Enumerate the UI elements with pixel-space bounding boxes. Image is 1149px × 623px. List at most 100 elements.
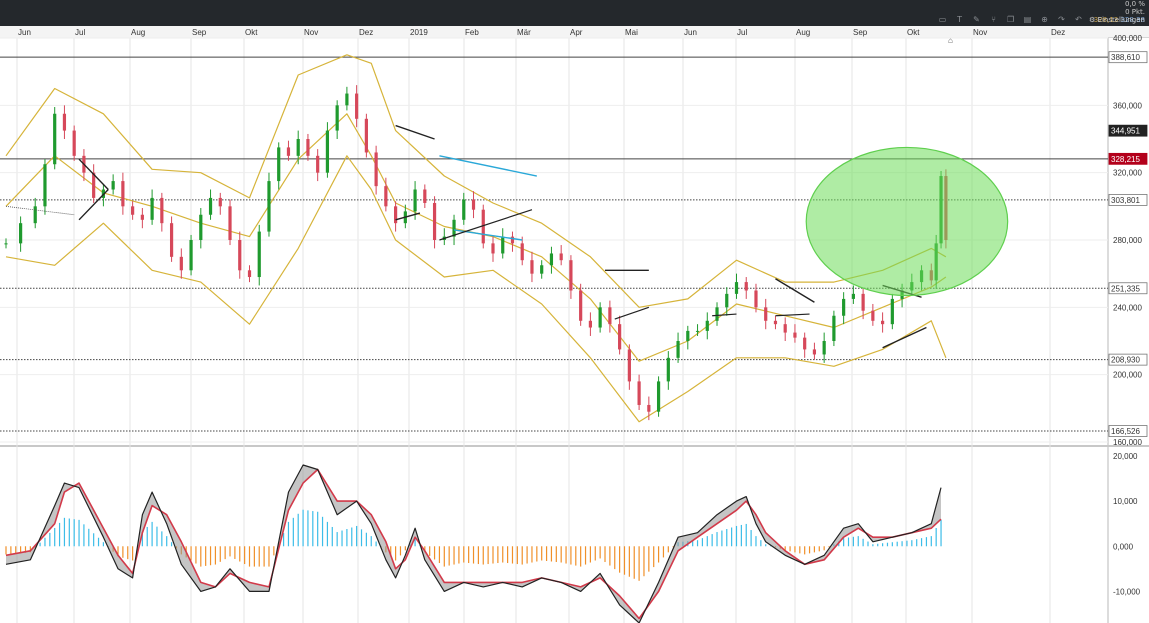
macd-histogram-bar	[609, 546, 611, 566]
macd-histogram-bar	[731, 527, 733, 547]
macd-histogram-bar	[726, 529, 728, 547]
macd-histogram-bar	[696, 540, 699, 547]
macd-histogram-bar	[877, 543, 879, 547]
macd-histogram-bar	[166, 536, 168, 547]
fork-icon[interactable]: ⑂	[985, 14, 1002, 26]
trend-line	[614, 306, 650, 320]
redo-icon[interactable]: ↷	[1053, 14, 1070, 26]
macd-histogram-bar	[536, 546, 538, 562]
macd-histogram-bar	[268, 546, 270, 567]
candle-body	[208, 197, 213, 215]
candle-body	[413, 189, 417, 212]
macd-histogram-bar	[341, 530, 343, 547]
candle-body	[228, 206, 232, 240]
macd-histogram-bar	[404, 546, 406, 551]
candle-body	[316, 155, 320, 173]
macd-histogram-bar	[39, 542, 41, 547]
candle-body	[462, 199, 466, 220]
macd-histogram-bar	[88, 528, 90, 547]
candle-body	[491, 243, 495, 254]
macd-histogram-bar	[735, 525, 738, 547]
macd-histogram-bar	[54, 527, 56, 547]
candle-body	[286, 147, 291, 156]
macd-histogram-bar	[331, 526, 333, 547]
macd-histogram-bar	[852, 536, 854, 547]
candle-body	[793, 332, 797, 338]
macd-histogram-bar	[745, 523, 747, 547]
candle-body	[734, 282, 739, 294]
candle-body	[72, 130, 76, 156]
candle-body	[247, 270, 252, 278]
candle-body	[530, 260, 534, 274]
candle-body	[452, 219, 456, 237]
macd-histogram-bar	[244, 546, 246, 565]
macd-histogram-bar	[755, 536, 757, 547]
trend-line	[395, 212, 421, 221]
undo-icon[interactable]: ↶	[1070, 14, 1087, 26]
candle-body	[627, 349, 631, 382]
macd-histogram-bar	[930, 536, 932, 547]
macd-histogram-bar	[550, 546, 553, 562]
macd-histogram-bar	[151, 521, 153, 547]
macd-histogram-bar	[477, 546, 479, 565]
macd-histogram-bar	[375, 541, 377, 547]
macd-histogram-bar	[438, 546, 441, 564]
candle-body	[618, 324, 622, 350]
macd-histogram-bar	[657, 546, 660, 563]
top-toolbar: 0,0 % 0 Pkt. 328,13 328,38 ▭ T ✎ ⑂ ❐ ▤ ⊕…	[0, 0, 1149, 26]
month-label: Jul	[737, 28, 747, 37]
candle-body	[666, 357, 670, 382]
level-label: 328,215	[1111, 155, 1140, 164]
macd-histogram-bar	[209, 546, 212, 566]
price-tick-label: 200,000	[1113, 371, 1142, 380]
candle-body	[608, 307, 612, 325]
candle-body	[384, 186, 388, 207]
candle-body	[218, 197, 222, 207]
macd-histogram-bar	[667, 546, 669, 553]
month-label: Aug	[796, 28, 810, 37]
macd-histogram-bar	[711, 534, 713, 547]
macd-histogram-bar	[760, 540, 762, 547]
macd-histogram-bar	[662, 546, 665, 558]
candle-body	[715, 307, 719, 321]
settings-button[interactable]: ⚙ Einstellungen	[1087, 14, 1149, 26]
candle-body	[150, 197, 154, 220]
macd-histogram-bar	[15, 546, 17, 554]
trend-line	[395, 124, 435, 140]
candle-body	[189, 240, 193, 271]
text-icon[interactable]: T	[951, 14, 968, 26]
macd-signal-line	[5, 468, 942, 620]
macd-histogram-bar	[214, 546, 217, 565]
candle-body	[510, 236, 515, 244]
candle-body	[471, 199, 476, 210]
price-tick-label: 280,000	[1113, 236, 1142, 245]
macd-histogram-bar	[701, 538, 704, 547]
candle-body	[754, 290, 758, 308]
macd-histogram-bar	[643, 546, 645, 577]
macd-histogram-bar	[433, 546, 436, 560]
window-icon[interactable]: ▭	[934, 14, 951, 26]
draw-icon[interactable]: ✎	[968, 14, 985, 26]
price-tick-label: 240,000	[1113, 303, 1142, 312]
macd-histogram-bar	[804, 546, 806, 555]
month-label: Feb	[465, 28, 479, 37]
macd-histogram-bar	[248, 546, 251, 567]
template-icon[interactable]: ▤	[1019, 14, 1036, 26]
macd-histogram-bar	[346, 529, 348, 547]
candle-body	[62, 113, 67, 131]
copy-icon[interactable]: ❐	[1002, 14, 1019, 26]
macd-histogram-bar	[619, 546, 621, 573]
candle-body	[549, 253, 554, 266]
macd-histogram-bar	[297, 513, 299, 547]
macd-histogram-bar	[633, 546, 635, 579]
candle-body	[812, 349, 817, 355]
macd-histogram-bar	[935, 527, 937, 547]
price-tick-label: 160,000	[1113, 438, 1142, 447]
zoom-icon[interactable]: ⊕	[1036, 14, 1053, 26]
bollinger-lower-line	[5, 155, 947, 423]
macd-histogram-bar	[916, 539, 918, 547]
macd-histogram-bar	[453, 546, 455, 565]
macd-histogram-bar	[443, 546, 445, 567]
candle-body	[559, 253, 563, 261]
macd-histogram-bar	[482, 546, 484, 565]
